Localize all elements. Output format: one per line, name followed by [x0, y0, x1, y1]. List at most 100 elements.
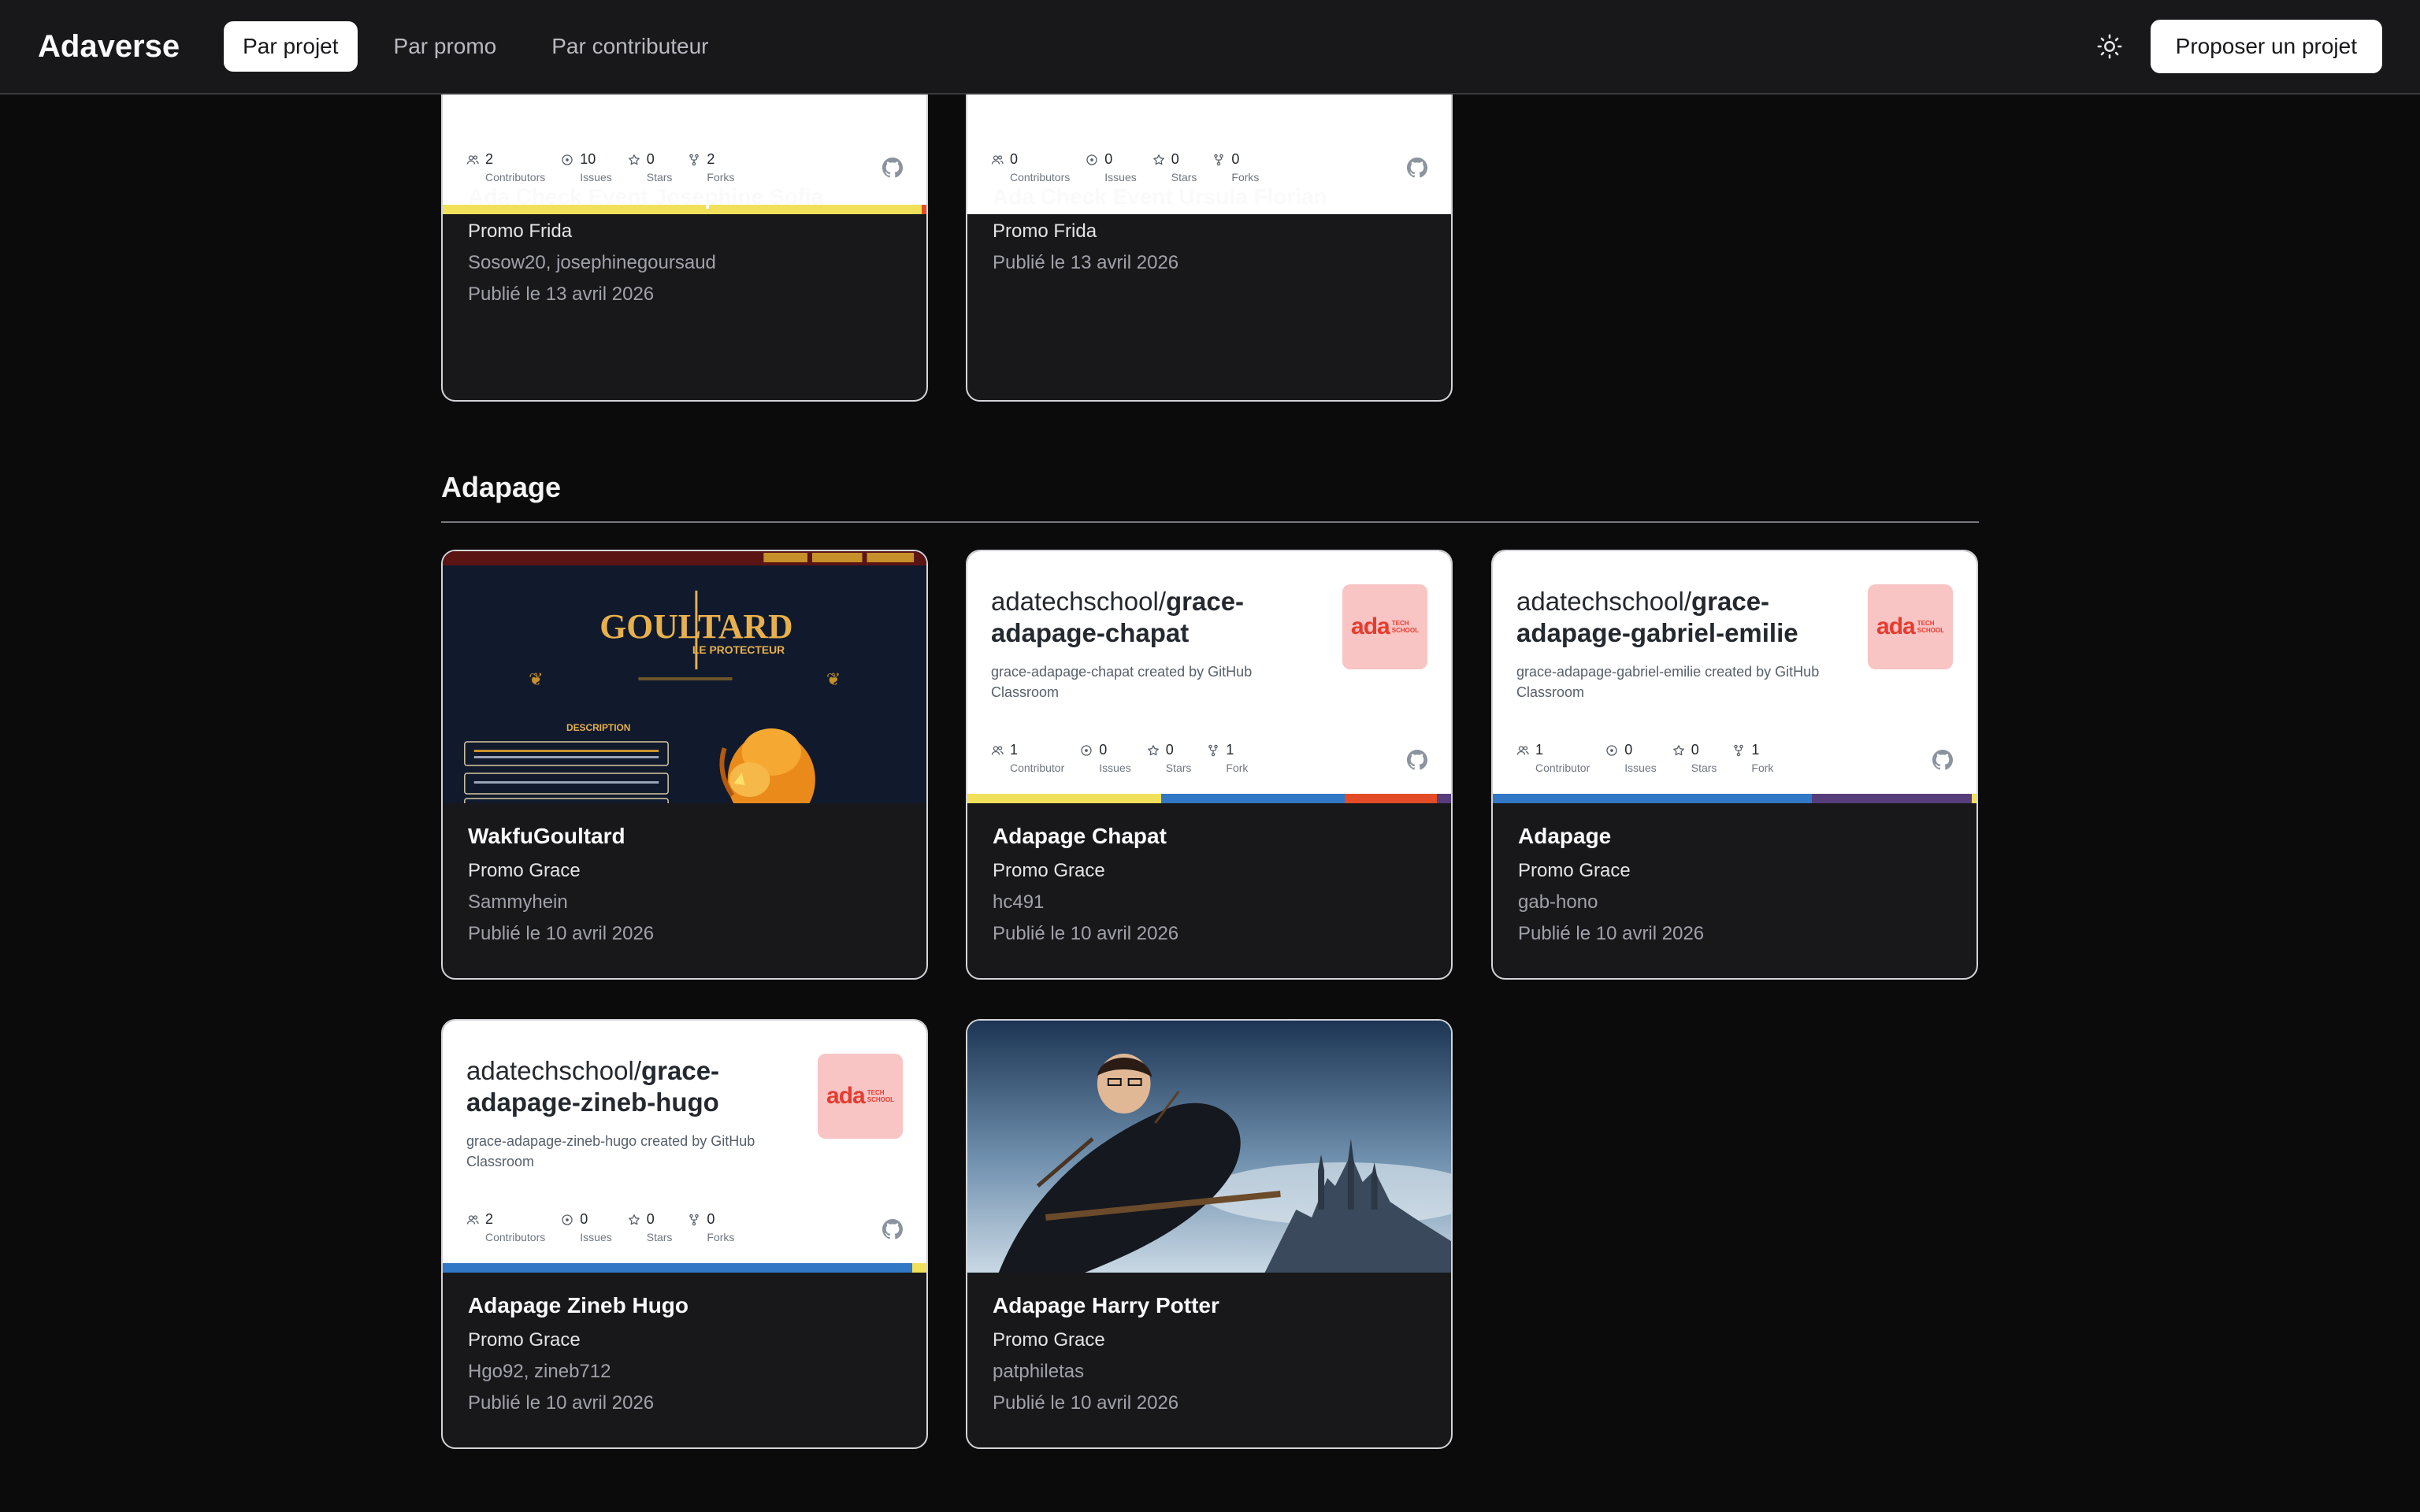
project-card[interactable]: adatechschool/grace-adapage-gabriel-emil…: [1491, 550, 1978, 980]
repo-description: grace-adapage-gabriel-emilie created by …: [1516, 664, 1820, 700]
card-promo: Promo Grace: [1518, 860, 1631, 881]
people-icon: [466, 154, 479, 166]
contributors-stat: 2 Contributors: [466, 1211, 545, 1243]
section-divider: [441, 521, 1979, 523]
forks-stat: 0 Forks: [1212, 151, 1259, 183]
forks-stat: 2 Forks: [688, 151, 734, 183]
card-title: Ada Check Event Josephine Sofia: [468, 184, 824, 209]
issue-icon: [1080, 744, 1093, 757]
contributors-stat: 2 Contributors: [466, 151, 545, 183]
issues-stat: 0 Issues: [1086, 151, 1137, 183]
card-promo: Promo Grace: [993, 860, 1105, 881]
language-bar: [967, 794, 1451, 803]
card-authors: hc491: [993, 891, 1045, 913]
card-authors: gab-hono: [1518, 891, 1598, 913]
card-authors: Sammyhein: [468, 891, 568, 913]
ada-logo: ada TECH SCHOOL: [1342, 584, 1427, 669]
card-authors: patphiletas: [993, 1361, 1085, 1382]
contributors-stat: 1 Contributor: [1516, 742, 1590, 774]
fork-icon: [1207, 744, 1219, 757]
tab-par-promo[interactable]: Par promo: [375, 21, 516, 72]
card-date: Publié le 10 avril 2026: [468, 923, 655, 944]
project-card[interactable]: adatechschool/grace-adapage-zineb-hugo g…: [441, 1019, 928, 1449]
sun-icon: [2097, 34, 2122, 59]
card-authors: Sosow20, josephinegoursaud: [468, 252, 716, 273]
card-date: Publié le 10 avril 2026: [993, 1392, 1179, 1414]
card-date: Publié le 10 avril 2026: [468, 1392, 655, 1414]
svg-text:❦: ❦: [529, 669, 543, 689]
forks-stat: 1 Fork: [1732, 742, 1773, 774]
issue-icon: [561, 154, 573, 166]
card-promo: Promo Frida: [993, 220, 1097, 242]
stars-stat: 0 Stars: [1152, 151, 1197, 183]
card-authors: Hgo92, zineb712: [468, 1361, 611, 1382]
ada-logo: ada TECH SCHOOL: [818, 1054, 903, 1139]
issues-stat: 0 Issues: [1605, 742, 1657, 774]
website-preview-image: GOULTARD LE PROTECTEUR ❦ ❦ DESCRIPTION: [443, 551, 926, 803]
fork-icon: [1212, 154, 1225, 166]
language-bar: [1493, 794, 1976, 803]
github-icon: [1407, 158, 1427, 178]
repo-description: grace-adapage-zineb-hugo created by GitH…: [466, 1133, 755, 1169]
card-title: Adapage Zineb Hugo: [468, 1293, 689, 1317]
repo-name: adatechschool/grace-adapage-chapat: [991, 587, 1245, 647]
stars-stat: 0 Stars: [1672, 742, 1717, 774]
contributors-stat: 1 Contributor: [991, 742, 1064, 774]
svg-text:DESCRIPTION: DESCRIPTION: [566, 722, 630, 733]
propose-project-button[interactable]: Proposer un projet: [2150, 20, 2382, 73]
star-icon: [1147, 744, 1160, 757]
contributors-stat: 0 Contributors: [991, 151, 1070, 183]
forks-stat: 1 Fork: [1207, 742, 1248, 774]
card-promo: Promo Grace: [468, 860, 581, 881]
project-card[interactable]: Adapage Harry Potter Promo Grace patphil…: [966, 1019, 1453, 1449]
card-promo: Promo Grace: [993, 1329, 1105, 1351]
star-icon: [1152, 154, 1165, 166]
ada-logo: ada TECH SCHOOL: [1868, 584, 1953, 669]
github-icon: [1407, 750, 1427, 770]
people-icon: [991, 154, 1004, 166]
repo-name: adatechschool/grace-adapage-gabriel-emil…: [1516, 587, 1798, 647]
github-preview: adatechschool/grace-adapage-zineb-hugo g…: [443, 1021, 926, 1273]
top-navbar: Adaverse Par projet Par promo Par contri…: [0, 0, 2420, 94]
people-icon: [466, 1214, 479, 1226]
card-date: Publié le 10 avril 2026: [993, 923, 1179, 944]
project-card[interactable]: adatechschool/grace-adapage-chapat grace…: [966, 550, 1453, 980]
svg-text:LE PROTECTEUR: LE PROTECTEUR: [692, 643, 785, 656]
project-preview-image: [967, 1021, 1451, 1273]
github-icon: [882, 1219, 903, 1240]
issue-icon: [1605, 744, 1618, 757]
star-icon: [628, 154, 640, 166]
tab-par-projet[interactable]: Par projet: [224, 21, 358, 72]
card-date: Publié le 10 avril 2026: [1518, 923, 1705, 944]
theme-toggle-button[interactable]: [2091, 28, 2129, 65]
brand-logo[interactable]: Adaverse: [38, 29, 180, 65]
project-card[interactable]: GOULTARD LE PROTECTEUR ❦ ❦ DESCRIPTION W…: [441, 550, 928, 980]
stars-stat: 0 Stars: [628, 1211, 672, 1243]
fork-icon: [1732, 744, 1745, 757]
github-preview: adatechschool/grace-adapage-gabriel-emil…: [1493, 551, 1976, 803]
issues-stat: 0 Issues: [561, 1211, 612, 1243]
language-bar: [443, 1263, 926, 1273]
repo-description: grace-adapage-chapat created by GitHub C…: [991, 664, 1253, 700]
card-promo: Promo Grace: [468, 1329, 581, 1351]
tab-par-contributeur[interactable]: Par contributeur: [533, 21, 727, 72]
github-icon: [882, 158, 903, 178]
star-icon: [628, 1214, 640, 1226]
card-date: Publié le 13 avril 2026: [993, 252, 1179, 273]
card-title: Adapage Chapat: [993, 824, 1167, 848]
people-icon: [991, 744, 1004, 757]
people-icon: [1516, 744, 1529, 757]
card-title: Adapage Harry Potter: [993, 1293, 1219, 1317]
star-icon: [1672, 744, 1685, 757]
stars-stat: 0 Stars: [1147, 742, 1191, 774]
card-promo: Promo Frida: [468, 220, 573, 242]
fork-icon: [688, 1214, 700, 1226]
issue-icon: [561, 1214, 573, 1226]
issue-icon: [1086, 154, 1098, 166]
fork-icon: [688, 154, 700, 166]
card-title: Ada Check Event Ursula Florian: [993, 184, 1327, 209]
section-title: Adapage: [441, 471, 562, 503]
card-title: Adapage: [1518, 824, 1612, 848]
svg-text:❦: ❦: [826, 669, 841, 689]
issues-stat: 10 Issues: [561, 151, 612, 183]
